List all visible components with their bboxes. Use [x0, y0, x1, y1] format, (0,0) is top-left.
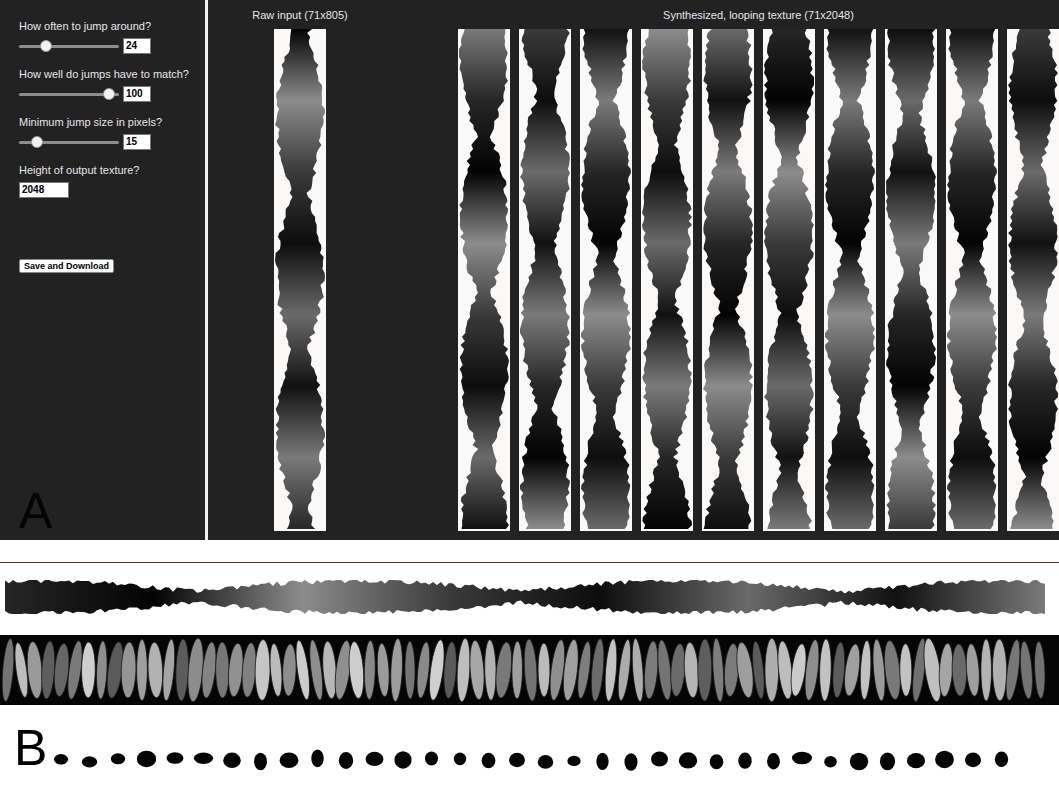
rule-line	[0, 562, 1059, 563]
synthesized-texture	[519, 29, 571, 531]
panel-a: How often to jump around? 24 How well do j…	[0, 0, 1059, 540]
figure: How often to jump around? 24 How well do j…	[0, 0, 1059, 789]
silhouette-texture	[5, 579, 1045, 615]
slider-track[interactable]	[19, 93, 119, 96]
slider-thumb[interactable]	[31, 136, 43, 148]
synthesized-texture	[1007, 29, 1059, 531]
panel-b: B	[0, 540, 1059, 789]
strip-row	[458, 29, 1059, 531]
raw-texture	[274, 29, 326, 531]
panel-label: B	[14, 725, 47, 771]
value-field[interactable]: 15	[123, 134, 151, 150]
control-row: Height of output texture? 2048	[19, 163, 195, 198]
controls-panel: How often to jump around? 24 How well do j…	[0, 0, 205, 540]
synthesized-texture	[641, 29, 693, 531]
silhouette-row	[0, 563, 1059, 615]
control-label: How well do jumps have to match?	[19, 67, 195, 81]
control-row: How well do jumps have to match? 100	[19, 67, 195, 102]
synthesized-column: Synthesized, looping texture (71x2048)	[420, 0, 1059, 540]
synthesized-title: Synthesized, looping texture (71x2048)	[663, 8, 854, 22]
dots-row: B	[0, 705, 1059, 771]
raw-input-column: Raw input (71x805)	[180, 0, 420, 540]
slider-thumb[interactable]	[103, 88, 115, 100]
panel-label: A	[19, 488, 195, 534]
value-field[interactable]: 24	[123, 38, 151, 54]
grain-texture	[0, 635, 1059, 705]
save-button[interactable]: Save and Download	[19, 259, 114, 273]
dots-texture	[53, 749, 1043, 771]
synthesized-texture	[824, 29, 876, 531]
synthesized-texture	[580, 29, 632, 531]
slider-track[interactable]	[19, 141, 119, 144]
control-row: Minimum jump size in pixels? 15	[19, 115, 195, 150]
control-row: How often to jump around? 24	[19, 19, 195, 54]
control-label: Height of output texture?	[19, 163, 195, 177]
synthesized-texture	[946, 29, 998, 531]
control-label: Minimum jump size in pixels?	[19, 115, 195, 129]
synthesized-texture	[458, 29, 510, 531]
height-field[interactable]: 2048	[19, 182, 69, 198]
synthesized-texture	[702, 29, 754, 531]
divider	[205, 0, 208, 540]
raw-input-title: Raw input (71x805)	[252, 8, 347, 22]
synthesized-texture	[885, 29, 937, 531]
slider-thumb[interactable]	[40, 40, 52, 52]
synthesized-texture	[763, 29, 815, 531]
value-field[interactable]: 100	[123, 86, 151, 102]
control-label: How often to jump around?	[19, 19, 195, 33]
slider-track[interactable]	[19, 45, 119, 48]
